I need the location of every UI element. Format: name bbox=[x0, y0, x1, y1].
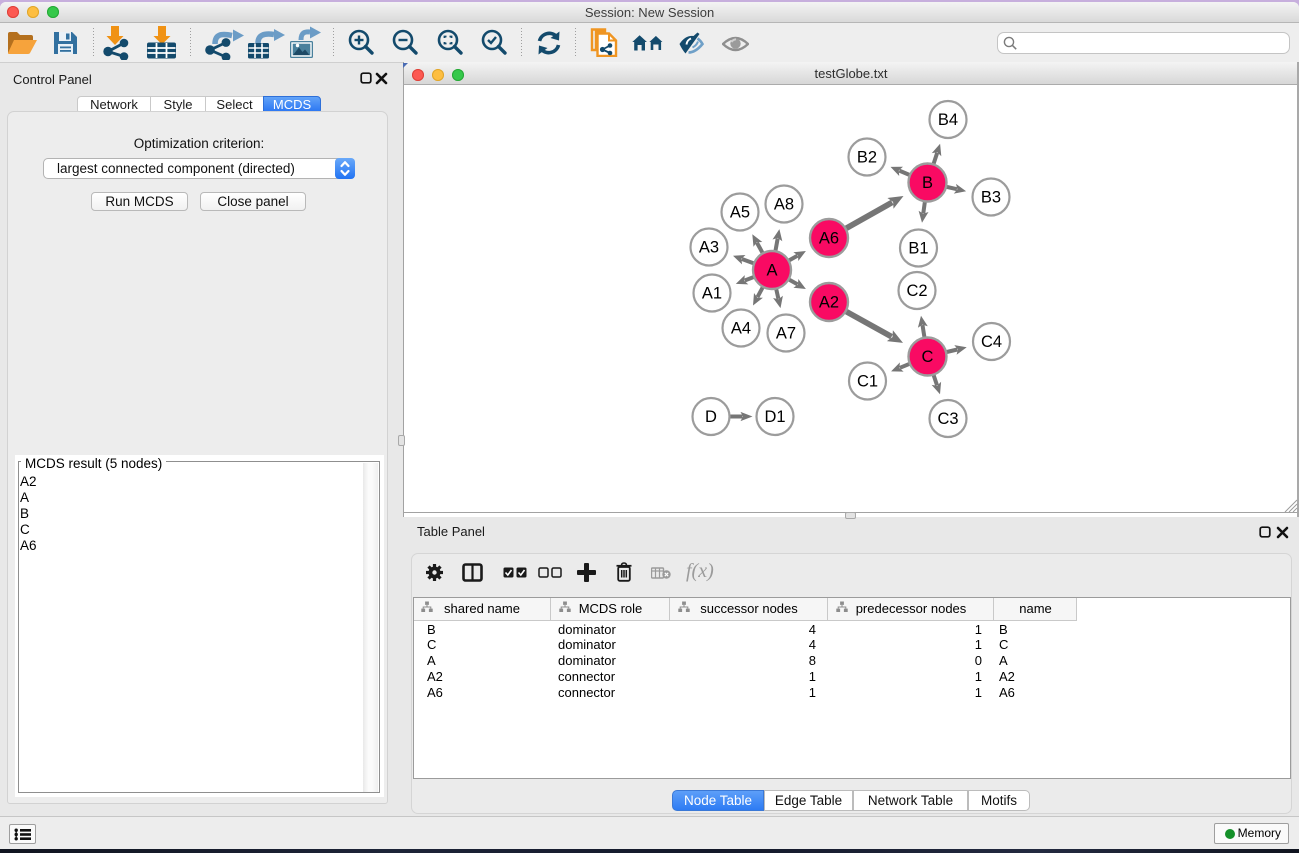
svg-text:A2: A2 bbox=[819, 294, 839, 312]
svg-text:A1: A1 bbox=[702, 285, 722, 303]
svg-text:A6: A6 bbox=[819, 230, 839, 248]
svg-text:A4: A4 bbox=[731, 320, 751, 338]
svg-text:A5: A5 bbox=[730, 204, 750, 222]
svg-text:B2: B2 bbox=[857, 149, 877, 167]
svg-text:C4: C4 bbox=[981, 333, 1002, 351]
svg-text:A8: A8 bbox=[774, 196, 794, 214]
svg-text:A3: A3 bbox=[699, 239, 719, 257]
svg-text:B: B bbox=[922, 174, 933, 192]
svg-text:B3: B3 bbox=[981, 189, 1001, 207]
svg-text:C2: C2 bbox=[906, 282, 927, 300]
svg-text:A7: A7 bbox=[776, 325, 796, 343]
svg-text:C: C bbox=[922, 348, 934, 366]
svg-text:C1: C1 bbox=[857, 373, 878, 391]
svg-text:A: A bbox=[766, 262, 777, 280]
svg-text:D: D bbox=[705, 408, 717, 426]
svg-text:C3: C3 bbox=[937, 410, 958, 428]
svg-text:D1: D1 bbox=[764, 408, 785, 426]
svg-text:B4: B4 bbox=[938, 111, 958, 129]
svg-text:B1: B1 bbox=[908, 240, 928, 258]
